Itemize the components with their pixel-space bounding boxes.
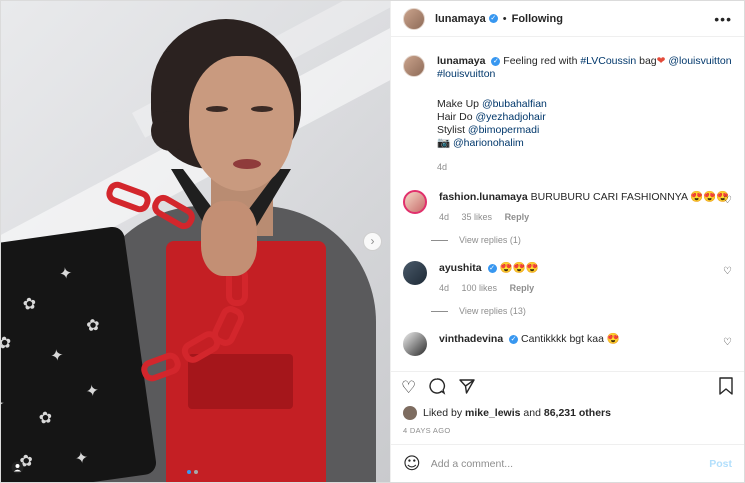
post-timestamp[interactable]: 4 DAYS AGO bbox=[391, 423, 744, 444]
comment-text: BURUBURU CARI FASHIONNYA 😍😍😍 bbox=[530, 191, 730, 203]
mention-yezhadjohair[interactable]: @yezhadjohair bbox=[476, 111, 546, 123]
comment-item: fashion.lunamaya BURUBURU CARI FASHIONNY… bbox=[403, 190, 732, 222]
carousel-indicator bbox=[187, 470, 198, 474]
view-replies-label[interactable]: View replies (13) bbox=[459, 306, 526, 316]
reply-button[interactable]: Reply bbox=[510, 283, 535, 293]
vest-pocket bbox=[188, 354, 293, 409]
right-eye bbox=[251, 106, 273, 112]
comment-time[interactable]: 4d bbox=[439, 283, 449, 293]
bookmark-icon[interactable] bbox=[718, 377, 734, 398]
liked-by-middle: and bbox=[523, 407, 541, 419]
comment-body: fashion.lunamaya BURUBURU CARI FASHIONNY… bbox=[439, 190, 732, 222]
commenter-avatar[interactable] bbox=[403, 261, 427, 285]
comment-input[interactable] bbox=[430, 457, 710, 470]
mention-louisvuitton[interactable]: @louisvuitton bbox=[668, 55, 731, 67]
carousel-dot-active bbox=[187, 470, 191, 474]
credit-hair-label: Hair Do bbox=[437, 111, 476, 123]
add-comment-bar: ☺ Post bbox=[391, 444, 744, 482]
view-replies-label[interactable]: View replies (1) bbox=[459, 235, 521, 245]
comment-likes[interactable]: 35 likes bbox=[462, 212, 493, 222]
comment-meta: 4d 100 likes Reply bbox=[439, 283, 732, 293]
more-options-icon[interactable]: ••• bbox=[714, 11, 732, 27]
verified-badge-icon: ✓ bbox=[488, 14, 498, 23]
replies-line bbox=[431, 310, 448, 312]
author-username[interactable]: lunamaya bbox=[435, 13, 486, 25]
action-bar: ♡ bbox=[391, 371, 744, 403]
liked-by-user[interactable]: mike_lewis bbox=[465, 407, 520, 419]
separator-dot: • bbox=[502, 12, 507, 25]
verified-badge-icon: ✓ bbox=[487, 263, 497, 273]
comment-like-heart-icon[interactable]: ♡ bbox=[723, 337, 732, 348]
liked-by-prefix: Liked by bbox=[423, 407, 463, 419]
share-icon[interactable] bbox=[458, 377, 476, 398]
likes-count[interactable]: 86,231 others bbox=[544, 407, 611, 419]
red-heart-emoji: ❤ bbox=[656, 55, 666, 67]
comment-icon[interactable] bbox=[428, 377, 446, 398]
left-eye bbox=[206, 106, 228, 112]
carousel-dot bbox=[194, 470, 198, 474]
comment-item: ayushita ✓ 😍😍😍 4d 100 likes Reply ♡ bbox=[403, 261, 732, 293]
heart-icon[interactable]: ♡ bbox=[401, 378, 416, 398]
model-figure: ✦ ✿ ✦ ✿ ✦ ✿ ✦ ✿ ✦ ✿ ✦ bbox=[1, 1, 390, 482]
comment-likes[interactable]: 100 likes bbox=[462, 283, 498, 293]
caption-bag: bag bbox=[636, 55, 657, 67]
comment-body: vinthadevina ✓ Cantikkkk bgt kaa 😍 bbox=[439, 332, 732, 356]
hashtag-louisvuitton[interactable]: #louisvuitton bbox=[437, 68, 495, 80]
comment-meta: 4d 35 likes Reply bbox=[439, 212, 732, 222]
liked-by-row: Liked by mike_lewis and 86,231 others bbox=[391, 403, 744, 423]
view-replies-button[interactable]: View replies (1) bbox=[431, 235, 732, 245]
next-slide-button[interactable]: › bbox=[363, 232, 382, 251]
comment-like-heart-icon[interactable]: ♡ bbox=[723, 266, 732, 277]
caption: lunamaya ✓ Feeling red with #LVCoussin b… bbox=[403, 55, 732, 174]
mention-harionohalim[interactable]: @harionohalim bbox=[453, 137, 524, 149]
comment-time[interactable]: 4d bbox=[439, 212, 449, 222]
mention-bimopermadi[interactable]: @bimopermadi bbox=[468, 124, 539, 136]
hand bbox=[201, 201, 257, 276]
emoji-icon[interactable]: ☺ bbox=[403, 454, 421, 474]
hashtag-lvcoussin[interactable]: #LVCoussin bbox=[580, 55, 636, 67]
liker-avatar[interactable] bbox=[403, 406, 417, 420]
instagram-post-window: ✦ ✿ ✦ ✿ ✦ ✿ ✦ ✿ ✦ ✿ ✦ › bbox=[0, 0, 745, 483]
reply-button[interactable]: Reply bbox=[505, 212, 530, 222]
commenter-avatar[interactable] bbox=[403, 190, 427, 214]
verified-badge-icon: ✓ bbox=[509, 334, 519, 344]
caption-username[interactable]: lunamaya bbox=[437, 55, 485, 67]
commenter-username[interactable]: vinthadevina bbox=[439, 333, 503, 345]
caption-credits: Make Up @bubahalfian Hair Do @yezhadjoha… bbox=[437, 98, 732, 150]
commenter-avatar[interactable] bbox=[403, 332, 427, 356]
commenter-username[interactable]: ayushita bbox=[439, 262, 482, 274]
post-comment-button[interactable]: Post bbox=[709, 458, 732, 470]
post-side-panel: lunamaya ✓ • Following ••• lunamaya ✓ Fe… bbox=[390, 1, 744, 482]
author-avatar[interactable] bbox=[403, 7, 425, 30]
caption-avatar[interactable] bbox=[403, 55, 425, 77]
caption-body: Feeling red with bbox=[503, 55, 581, 67]
hair-bun bbox=[151, 111, 191, 151]
commenter-username[interactable]: fashion.lunamaya bbox=[439, 191, 528, 203]
credit-stylist-label: Stylist bbox=[437, 124, 468, 136]
post-photo[interactable]: ✦ ✿ ✦ ✿ ✦ ✿ ✦ ✿ ✦ ✿ ✦ › bbox=[1, 1, 390, 482]
view-replies-button[interactable]: View replies (13) bbox=[431, 306, 732, 316]
chain-link bbox=[103, 178, 154, 216]
chevron-right-icon: › bbox=[370, 234, 375, 248]
credit-makeup-label: Make Up bbox=[437, 98, 482, 110]
face bbox=[189, 56, 294, 191]
caption-text: lunamaya ✓ Feeling red with #LVCoussin b… bbox=[437, 55, 732, 174]
comment-body: ayushita ✓ 😍😍😍 4d 100 likes Reply bbox=[439, 261, 732, 293]
post-header: lunamaya ✓ • Following ••• bbox=[391, 1, 744, 37]
caption-time[interactable]: 4d bbox=[437, 161, 732, 174]
camera-icon: 📷 bbox=[437, 137, 451, 149]
comment-like-heart-icon[interactable]: ♡ bbox=[723, 195, 732, 206]
comments-section[interactable]: lunamaya ✓ Feeling red with #LVCoussin b… bbox=[391, 37, 744, 371]
following-button[interactable]: Following bbox=[512, 13, 563, 25]
user-tag-icon[interactable] bbox=[11, 461, 25, 475]
comment-text: Cantikkkk bgt kaa 😍 bbox=[521, 333, 620, 345]
mention-bubahalfian[interactable]: @bubahalfian bbox=[482, 98, 547, 110]
lips bbox=[233, 159, 261, 169]
comment-text: 😍😍😍 bbox=[499, 262, 539, 274]
verified-badge-icon: ✓ bbox=[491, 56, 501, 66]
replies-line bbox=[431, 239, 448, 241]
comment-item: vinthadevina ✓ Cantikkkk bgt kaa 😍 ♡ bbox=[403, 332, 732, 356]
